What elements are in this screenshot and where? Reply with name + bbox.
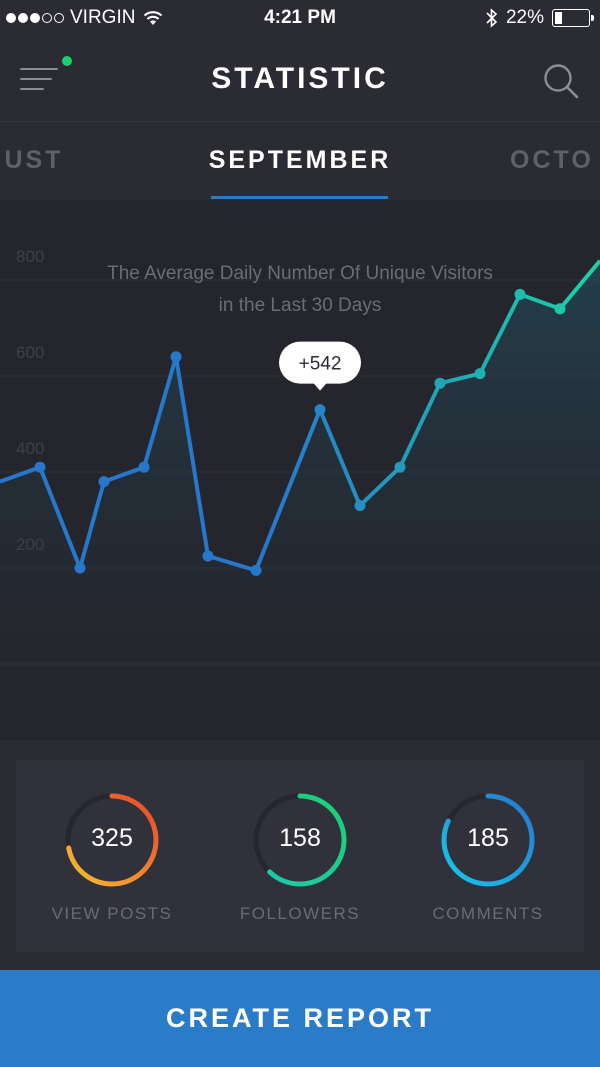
visitors-chart: 800600400200+542 The Average Daily Numbe… — [0, 200, 600, 740]
data-point — [354, 500, 366, 512]
data-point — [250, 564, 262, 576]
battery-level — [555, 12, 563, 24]
chart-title: The Average Daily Number Of Unique Visit… — [0, 258, 600, 322]
bluetooth-icon — [486, 8, 498, 28]
stat-followers[interactable]: 158 FOLLOWERS — [220, 790, 380, 924]
stat-view-posts[interactable]: 325 VIEW POSTS — [32, 790, 192, 924]
y-tick-label: 600 — [16, 343, 44, 362]
status-right: 22% — [486, 7, 594, 29]
tooltip-pointer — [313, 382, 327, 391]
create-report-button[interactable]: CREATE REPORT — [0, 970, 600, 1067]
stat-label: VIEW POSTS — [51, 904, 173, 923]
data-point — [34, 461, 46, 473]
stat-value: 185 — [467, 824, 509, 852]
data-point — [138, 461, 150, 473]
battery-icon — [552, 9, 594, 27]
stat-value: 325 — [91, 824, 133, 852]
progress-ring: 185 — [438, 790, 538, 890]
stat-label: COMMENTS — [432, 904, 544, 923]
progress-ring: 325 — [62, 790, 162, 890]
chart-title-line: The Average Daily Number Of Unique Visit… — [107, 263, 493, 284]
tooltip-label: +542 — [299, 354, 342, 375]
chart-area-fill — [0, 260, 600, 740]
data-point — [98, 476, 110, 488]
status-bar: VIRGIN 4:21 PM 22% — [0, 0, 600, 36]
stat-comments[interactable]: 185 COMMENTS — [408, 790, 568, 924]
tab-next-month[interactable]: OCTO — [510, 146, 594, 175]
progress-ring: 158 — [250, 790, 350, 890]
data-point — [202, 550, 214, 562]
chart-title-line: in the Last 30 Days — [218, 295, 382, 316]
stat-label: FOLLOWERS — [239, 904, 361, 923]
stat-value: 158 — [279, 824, 321, 852]
y-tick-label: 400 — [16, 439, 44, 458]
data-point — [170, 351, 182, 363]
stats-panel: 325 VIEW POSTS 158 FOLLOWERS 185 COMMENT… — [16, 760, 584, 952]
app-header: STATISTIC — [0, 36, 600, 122]
data-point — [314, 404, 326, 416]
active-tab-indicator — [211, 196, 388, 199]
data-point — [474, 368, 486, 380]
month-tabs: GUST SEPTEMBER OCTO — [0, 122, 600, 200]
search-icon[interactable] — [542, 62, 580, 100]
page-title: STATISTIC — [211, 62, 389, 95]
data-point — [74, 562, 86, 574]
data-point — [394, 461, 406, 473]
battery-percent: 22% — [505, 7, 544, 28]
data-point — [434, 377, 446, 389]
